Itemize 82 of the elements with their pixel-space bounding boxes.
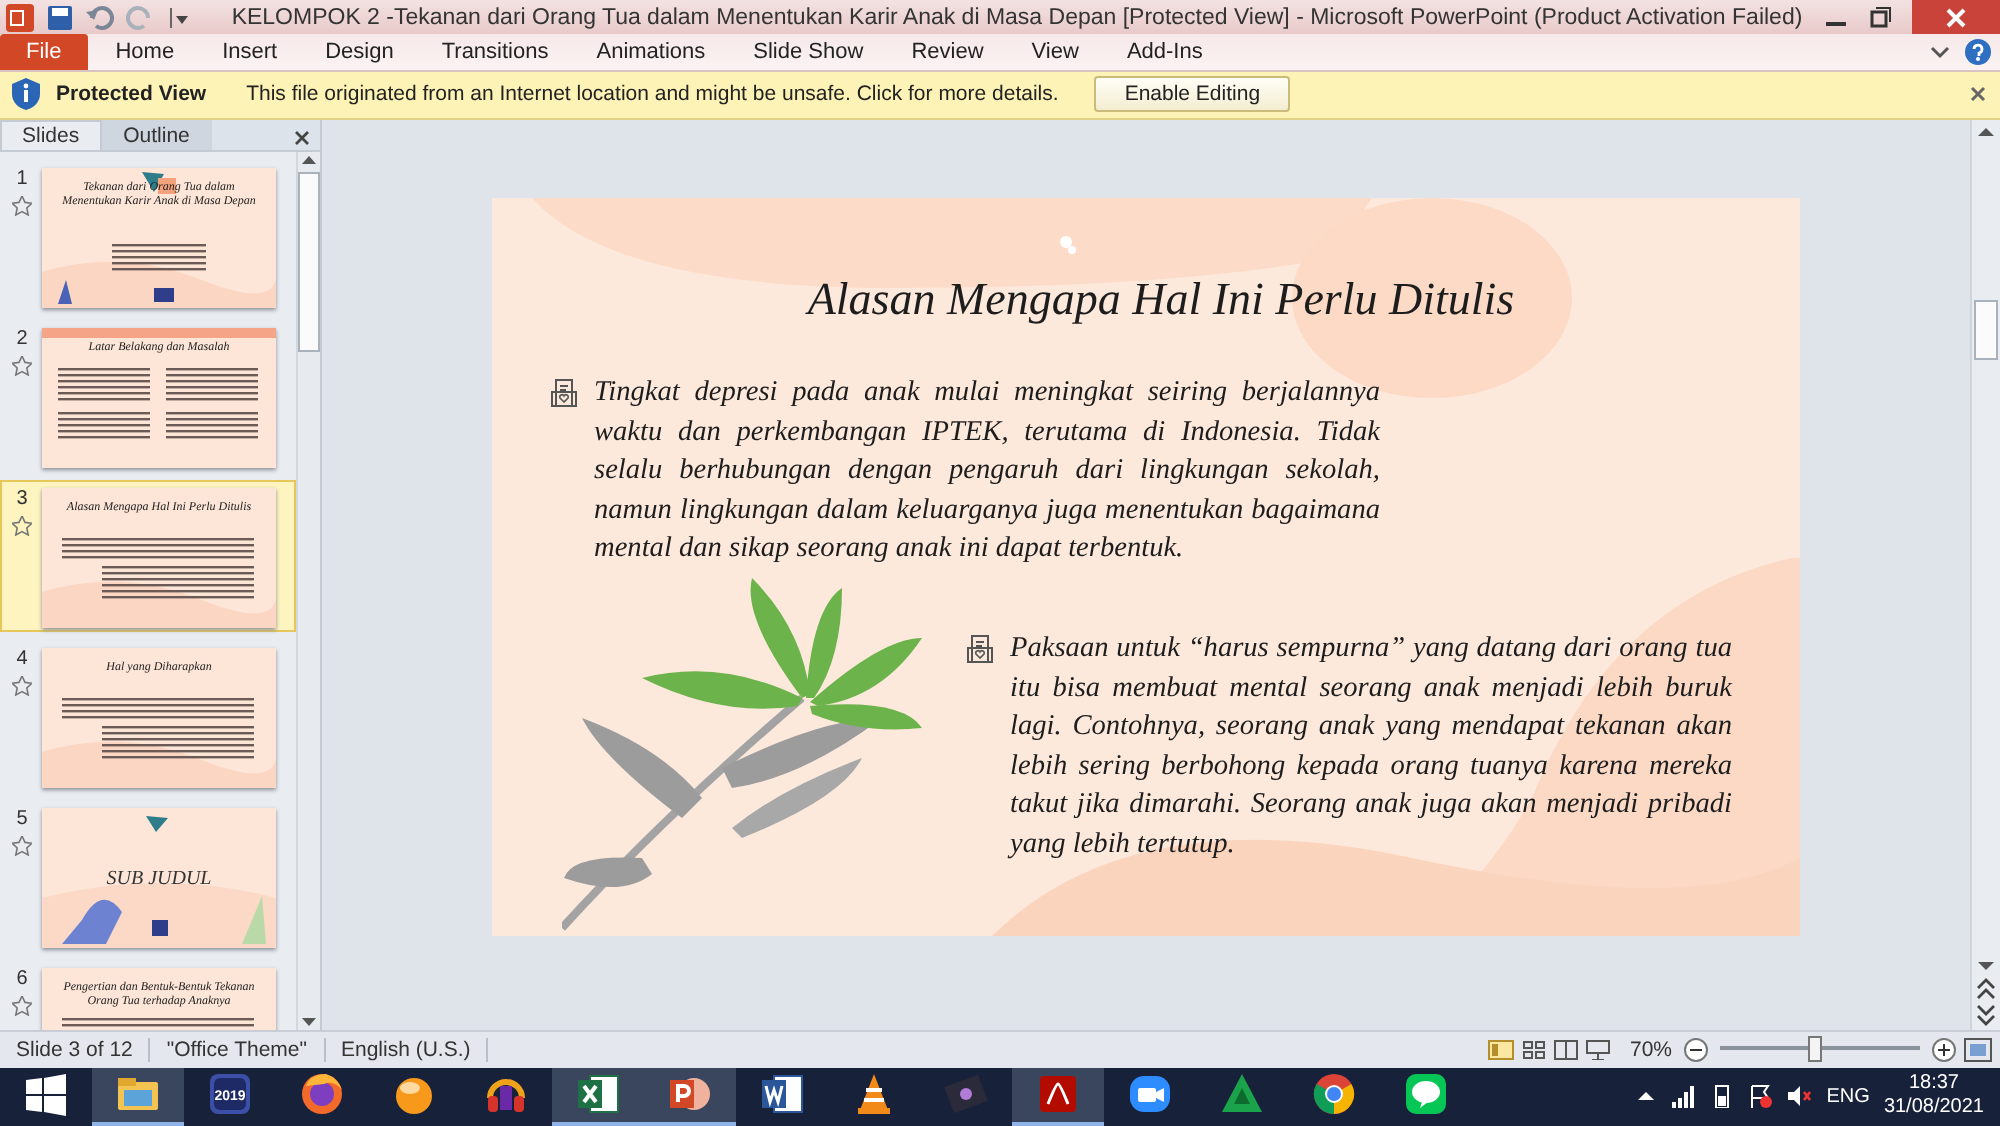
panel-tab[interactable]: Outline (101, 120, 212, 151)
slide-title: Alasan Mengapa Hal Ini Perlu Ditulis (803, 274, 1517, 327)
window-title: KELOMPOK 2 -Tekanan dari Orang Tua dalam Menentukan Karir Anak di Masa Depan [Protected View] - Microsoft PowerPoint (Product Activation Failed) (229, 5, 1805, 29)
slider-thumb[interactable] (1808, 1036, 1822, 1063)
ribbon-tab[interactable]: Add-Ins (1102, 34, 1227, 70)
close-button[interactable] (1912, 0, 2000, 34)
app-logo-icon (6, 3, 34, 31)
flag-icon[interactable] (1748, 1084, 1773, 1109)
ribbon-tab[interactable]: Insert (198, 34, 302, 70)
bullet-icon (550, 378, 578, 411)
chat-icon (1402, 1070, 1450, 1119)
taskbar-button[interactable] (1012, 1067, 1104, 1126)
excel-icon (574, 1070, 622, 1119)
ribbon-tab[interactable]: View (1007, 34, 1103, 70)
help-icon[interactable] (1964, 37, 1992, 66)
star-icon (12, 356, 32, 377)
zoom-level[interactable]: 70% (1629, 1037, 1684, 1062)
star-icon (12, 836, 32, 857)
slide-thumbnail-row[interactable]: 5 SUB JUDUL (0, 800, 296, 953)
word-icon (758, 1070, 806, 1119)
scroll-down-icon[interactable] (1976, 958, 1996, 975)
save-icon[interactable] (46, 3, 74, 31)
undo-icon[interactable] (86, 3, 114, 31)
bullet-icon (966, 634, 994, 667)
ribbon-tab[interactable]: Transitions (417, 34, 573, 70)
star-icon (12, 196, 32, 217)
status-text: Slide 3 of 12 (0, 1037, 151, 1062)
taskbar-button[interactable] (92, 1067, 184, 1126)
status-text: "Office Theme" (150, 1037, 325, 1062)
close-icon[interactable] (1968, 84, 1988, 105)
firefox-icon (298, 1070, 346, 1119)
scrollbar-thumb[interactable] (298, 172, 320, 353)
slide-number: 1 (16, 168, 28, 191)
customize-icon[interactable] (166, 3, 190, 31)
thumbnail-title: SUB JUDUL (104, 868, 214, 891)
next-slide-icon[interactable] (1976, 1004, 1996, 1027)
slide-paragraph: Paksaan untuk “harus sempurna” yang datang dari orang tua itu bisa membuat mental seorang anak menjadi lebih buruk lagi. Contohnya, seorang anak yang mendapat tekanan akan lebih sering berbohong kepada orang tuanya karena mereka takut jika dimarahi. Seorang anak juga akan menjadi pribadi yang lebih tertutup. (1010, 630, 1732, 864)
slide-number: 5 (16, 808, 28, 831)
battery-icon[interactable] (1710, 1084, 1735, 1109)
close-icon (1944, 5, 1968, 29)
ribbon-tab[interactable]: Design (301, 34, 418, 70)
clock-date[interactable]: 31/08/2021 (1883, 1096, 1984, 1121)
file-tab[interactable]: File (0, 34, 88, 70)
infobar-title: Protected View (56, 82, 207, 107)
close-icon[interactable] (294, 130, 310, 147)
fit-slide-icon[interactable] (1964, 1037, 1992, 1062)
restore-icon[interactable] (1868, 5, 1892, 29)
status-text: English (U.S.) (325, 1037, 489, 1062)
slide-thumbnail[interactable]: SUB JUDUL (42, 808, 276, 949)
ribbon-tab[interactable]: Animations (572, 34, 730, 70)
slide-number: 6 (16, 968, 28, 991)
zoom-in-icon[interactable] (1932, 1037, 1956, 1062)
ribbon-tab[interactable]: Home (91, 34, 199, 70)
scrollbar-thumb[interactable] (1974, 300, 1998, 361)
slide-number: 3 (16, 488, 28, 511)
slide-paragraph: Tingkat depresi pada anak mulai meningkat seiring berjalannya waktu dan perkembangan IPTEK, terutama di Indonesia. Tidak selalu berhubungan dengan pengaruh dari lingkungan sekolah, namun lingkungan dalam keluarganya juga menentukan bagaimana mental dan sikap seorang anak ini dapat terbentuk. (594, 374, 1380, 569)
reading-view-icon[interactable] (1553, 1039, 1578, 1060)
film-icon (942, 1070, 990, 1119)
ribbon-tab[interactable]: Slide Show (729, 34, 888, 70)
language-indicator[interactable]: ENG (1826, 1085, 1870, 1108)
clock-time[interactable]: 18:37 (1908, 1072, 1959, 1097)
ribbon-tab[interactable]: Review (887, 34, 1008, 70)
taskbar-button[interactable] (644, 1067, 736, 1126)
infobar-message[interactable]: This file originated from an Internet location and might be unsafe. Click for more details. (246, 82, 1059, 107)
enable-editing-button[interactable]: Enable Editing (1094, 76, 1291, 113)
star-icon (12, 996, 32, 1017)
slideshow-icon[interactable] (1585, 1039, 1610, 1060)
volume-muted-icon[interactable] (1786, 1084, 1813, 1109)
start-icon (22, 1070, 70, 1119)
star-icon (12, 516, 32, 537)
shield-icon (12, 78, 40, 111)
zoom-out-icon[interactable] (1684, 1037, 1708, 1062)
previous-slide-icon[interactable] (1976, 978, 1996, 1001)
slide-number: 4 (16, 648, 28, 671)
signal-icon[interactable] (1670, 1084, 1697, 1109)
taskbar-button[interactable] (552, 1067, 644, 1126)
calendar-icon (206, 1070, 254, 1119)
panel-tab[interactable]: Slides (0, 120, 102, 151)
star-icon (12, 676, 32, 697)
slide-number: 2 (16, 328, 28, 351)
chrome-icon (1310, 1070, 1358, 1119)
sorter-view-icon[interactable] (1521, 1039, 1546, 1060)
